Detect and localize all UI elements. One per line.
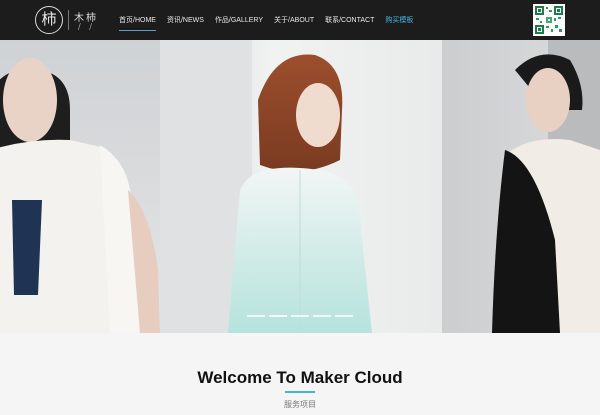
logo-mark[interactable]: 柿 (35, 6, 63, 34)
nav-item-gallery[interactable]: 作品/GALLERY (215, 15, 263, 25)
slider-dot[interactable] (247, 315, 265, 317)
nav-item-news[interactable]: 资讯/NEWS (167, 15, 204, 25)
section-subtitle: 服务项目 (284, 400, 316, 409)
site-header: 柿 木柿 / / 首页/HOME 资讯/NEWS 作品/GALLERY 关于/A… (0, 0, 600, 40)
slider-dot[interactable] (313, 315, 331, 317)
title-underline (285, 391, 315, 393)
hero-banner (0, 40, 600, 333)
main-nav: 首页/HOME 资讯/NEWS 作品/GALLERY 关于/ABOUT 联系/C… (119, 0, 424, 40)
hero-image (0, 40, 600, 333)
nav-item-home[interactable]: 首页/HOME (119, 15, 156, 31)
logo-slashes: / / (78, 22, 95, 31)
slider-indicators (247, 315, 353, 317)
section-title: Welcome To Maker Cloud (197, 368, 403, 387)
logo-divider (68, 10, 69, 30)
welcome-section: Welcome To Maker Cloud 服务项目 (0, 333, 600, 415)
nav-item-buy-template[interactable]: 购买模板 (385, 15, 413, 25)
slider-dot[interactable] (335, 315, 353, 317)
slider-dot[interactable] (291, 315, 309, 317)
slider-dot-active[interactable] (269, 315, 287, 317)
qr-code-icon (533, 4, 565, 36)
nav-item-contact[interactable]: 联系/CONTACT (325, 15, 374, 25)
nav-item-about[interactable]: 关于/ABOUT (274, 15, 314, 25)
